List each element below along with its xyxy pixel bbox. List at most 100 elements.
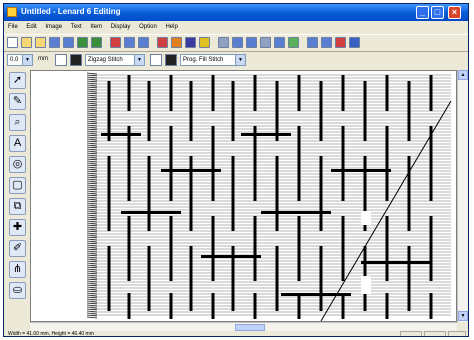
paste-icon[interactable] bbox=[138, 37, 149, 48]
border-stitch bbox=[86, 192, 98, 195]
group-icon[interactable]: ⧉ bbox=[9, 198, 26, 215]
open-design-icon[interactable] bbox=[35, 37, 46, 48]
border-stitch bbox=[86, 246, 98, 249]
new-icon[interactable] bbox=[7, 37, 18, 48]
fill-color-swatch-icon[interactable] bbox=[165, 54, 177, 66]
save-as-icon[interactable] bbox=[63, 37, 74, 48]
border-stitch bbox=[86, 198, 98, 201]
border-stitch bbox=[86, 160, 98, 163]
satin-column bbox=[341, 293, 345, 319]
cut-icon[interactable] bbox=[110, 37, 121, 48]
border-stitch bbox=[86, 184, 98, 187]
size-combo[interactable]: 0.0 ▼ bbox=[7, 54, 33, 66]
satin-column bbox=[107, 81, 111, 141]
zoom-in-icon[interactable] bbox=[232, 37, 243, 48]
zoom-fit-icon[interactable] bbox=[274, 37, 285, 48]
zoom-out-icon[interactable] bbox=[246, 37, 257, 48]
border-stitch bbox=[86, 190, 98, 193]
border-stitch bbox=[86, 228, 98, 231]
satin-column bbox=[147, 246, 151, 311]
satin-column bbox=[253, 293, 257, 319]
design-canvas[interactable] bbox=[30, 70, 457, 322]
satin-column bbox=[297, 216, 301, 281]
copy-icon[interactable] bbox=[124, 37, 135, 48]
object-icon[interactable] bbox=[185, 37, 196, 48]
scroll-up-icon[interactable]: ▲ bbox=[458, 70, 468, 80]
border-stitch bbox=[86, 268, 98, 271]
menu-option[interactable]: Option bbox=[139, 22, 157, 33]
hoop-icon[interactable]: ⛀ bbox=[9, 282, 26, 299]
save-icon[interactable] bbox=[49, 37, 60, 48]
node-edit-icon[interactable]: ✎ bbox=[9, 93, 26, 110]
pen-icon[interactable]: ✐ bbox=[9, 240, 26, 257]
fill-type-combo[interactable]: Prog. Fill Stitch ▼ bbox=[180, 54, 246, 66]
text-icon[interactable]: A bbox=[9, 135, 26, 152]
satin-column bbox=[407, 156, 411, 231]
border-stitch bbox=[86, 102, 98, 105]
menu-file[interactable]: File bbox=[8, 22, 18, 33]
border-stitch bbox=[86, 132, 98, 135]
monitor-icon[interactable] bbox=[321, 37, 332, 48]
border-stitch bbox=[86, 154, 98, 157]
window-title: Untitled - Lenard 6 Editing bbox=[21, 7, 121, 16]
menu-text[interactable]: Text bbox=[71, 22, 82, 33]
stitch-design bbox=[86, 72, 452, 321]
satin-bar bbox=[201, 255, 261, 258]
satin-column bbox=[231, 156, 235, 231]
view-icon[interactable] bbox=[307, 37, 318, 48]
settings-icon[interactable] bbox=[335, 37, 346, 48]
satin-column bbox=[407, 246, 411, 311]
zoom-icon[interactable]: ⌕ bbox=[9, 114, 26, 131]
stitch-icon[interactable]: ⋔ bbox=[9, 261, 26, 278]
menu-help[interactable]: Help bbox=[165, 22, 177, 33]
border-stitch bbox=[86, 304, 98, 307]
border-stitch bbox=[86, 306, 98, 309]
border-stitch bbox=[86, 148, 98, 151]
shape-icon[interactable]: ▢ bbox=[9, 177, 26, 194]
satin-bar bbox=[261, 211, 331, 214]
redo-icon[interactable] bbox=[91, 37, 102, 48]
stitch-icon[interactable] bbox=[157, 37, 168, 48]
border-stitch bbox=[86, 144, 98, 147]
chevron-down-icon[interactable]: ▼ bbox=[134, 55, 144, 65]
curve-icon[interactable] bbox=[55, 54, 67, 66]
border-stitch bbox=[86, 202, 98, 205]
scroll-down-icon[interactable]: ▼ bbox=[458, 311, 468, 321]
border-stitch bbox=[86, 208, 98, 211]
stitch-type-combo[interactable]: Zigzag Stitch ▼ bbox=[85, 54, 145, 66]
border-stitch bbox=[86, 96, 98, 99]
fill-settings-icon[interactable] bbox=[150, 54, 162, 66]
grid-icon[interactable] bbox=[218, 37, 229, 48]
satin-column bbox=[169, 75, 173, 111]
pan-icon[interactable] bbox=[260, 37, 271, 48]
undo-icon[interactable] bbox=[77, 37, 88, 48]
fill-icon[interactable]: ◎ bbox=[9, 156, 26, 173]
border-stitch bbox=[86, 88, 98, 91]
menu-item[interactable]: Item bbox=[90, 22, 102, 33]
menu-display[interactable]: Display bbox=[111, 22, 131, 33]
border-stitch bbox=[86, 204, 98, 207]
satin-column bbox=[253, 216, 257, 281]
color-swatch-icon[interactable] bbox=[70, 54, 82, 66]
menu-image[interactable]: Image bbox=[45, 22, 62, 33]
minimize-button[interactable]: _ bbox=[416, 6, 429, 19]
status-bar: Width = 41.00 mm, Height = 46.40 mm bbox=[4, 330, 468, 336]
open-icon[interactable] bbox=[21, 37, 32, 48]
color-icon[interactable] bbox=[171, 37, 182, 48]
help-icon[interactable] bbox=[349, 37, 360, 48]
border-stitch bbox=[86, 78, 98, 81]
vertical-scrollbar[interactable]: ▲ ▼ bbox=[457, 70, 468, 322]
gap-patch bbox=[361, 211, 371, 225]
satin-column bbox=[211, 75, 215, 111]
preview-icon[interactable] bbox=[288, 37, 299, 48]
close-button[interactable]: × bbox=[448, 6, 461, 19]
menu-edit[interactable]: Edit bbox=[26, 22, 36, 33]
color-picker-icon[interactable]: ✚ bbox=[9, 219, 26, 236]
sparkle-icon[interactable] bbox=[199, 37, 210, 48]
maximize-button[interactable]: □ bbox=[431, 6, 444, 19]
select-arrow-icon[interactable]: ➚ bbox=[9, 72, 26, 89]
chevron-down-icon[interactable]: ▼ bbox=[235, 55, 245, 65]
chevron-down-icon[interactable]: ▼ bbox=[22, 55, 32, 65]
satin-column bbox=[429, 75, 433, 111]
border-stitch bbox=[86, 244, 98, 247]
